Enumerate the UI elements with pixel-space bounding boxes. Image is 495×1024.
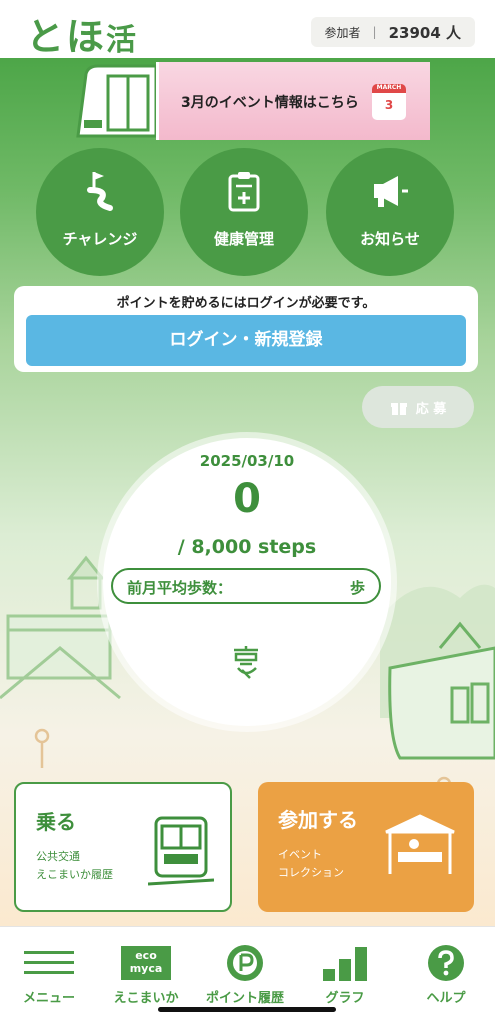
login-card: ポイントを貯めるにはログインが必要です。 ログイン・新規登録 <box>14 286 478 372</box>
nav-ecomyca[interactable]: eco myca えこまいか <box>97 943 195 1007</box>
ecomyca-icon: eco myca <box>121 946 171 980</box>
app-logo: とほ活 <box>26 6 138 61</box>
nav-icon-wrap <box>0 943 98 983</box>
notice-button[interactable]: お知らせ <box>326 148 454 276</box>
ride-line2: えこまいか履歴 <box>36 868 113 881</box>
step-date: 2025/03/10 <box>199 452 295 470</box>
hamburger-icon <box>24 951 74 974</box>
logo-text-small: 活 <box>106 23 139 58</box>
tram-front-icon <box>76 64 158 138</box>
challenge-button[interactable]: チャレンジ <box>36 148 164 276</box>
nav-ecomyca-label: えこまいか <box>113 991 179 1006</box>
nav-point-history[interactable]: ポイント履歴 <box>196 943 294 1007</box>
health-label: 健康管理 <box>213 230 274 248</box>
nav-help[interactable]: ヘルプ <box>397 943 495 1007</box>
separator: | <box>372 25 377 39</box>
participants-label: 参加者 <box>324 25 361 40</box>
join-subtitle: イベント コレクション <box>278 846 344 882</box>
join-line1: イベント <box>278 848 322 861</box>
participants-count: 23904 人 <box>388 23 461 42</box>
flag-path-icon <box>87 172 113 211</box>
nav-icon-wrap <box>196 943 294 983</box>
city-mark-icon <box>234 646 258 679</box>
logo-text: とほ <box>26 15 107 59</box>
login-message: ポイントを貯めるにはログインが必要です。 <box>116 296 376 311</box>
apply-label: 応 募 <box>415 401 447 417</box>
bar-graph-icon <box>323 947 367 981</box>
nav-point-history-label: ポイント履歴 <box>205 991 284 1006</box>
ride-line1: 公共交通 <box>36 850 80 863</box>
home-main: 3月のイベント情報はこちら MARCH 3 チャレンジ 健康管理 お知らせ ポイ… <box>0 58 495 926</box>
ecomyca-badge-line2: myca <box>129 962 163 975</box>
help-question-icon <box>428 945 464 981</box>
event-tent-icon <box>385 814 455 874</box>
join-title: 参加する <box>278 808 358 832</box>
ecomyca-badge-line1: eco <box>135 949 157 962</box>
ride-subtitle: 公共交通 えこまいか履歴 <box>36 848 113 884</box>
nav-icon-wrap <box>397 943 495 983</box>
quick-menu: チャレンジ 健康管理 お知らせ <box>0 148 495 278</box>
health-button[interactable]: 健康管理 <box>180 148 308 276</box>
avg-label: 前月平均歩数： <box>127 579 233 597</box>
apply-button[interactable]: 応 募 <box>362 386 474 428</box>
nav-menu-label: メニュー <box>22 991 75 1006</box>
nav-graph[interactable]: グラフ <box>296 943 394 1007</box>
challenge-label: チャレンジ <box>62 230 138 248</box>
step-count: 0 <box>233 476 261 522</box>
calendar-day: 3 <box>384 98 394 112</box>
tram-icon <box>148 816 214 886</box>
point-p-icon <box>227 945 263 981</box>
nav-menu[interactable]: メニュー <box>0 943 98 1007</box>
gift-icon <box>390 403 407 415</box>
nav-icon-wrap <box>296 943 394 983</box>
join-line2: コレクション <box>278 866 344 879</box>
nav-help-label: ヘルプ <box>426 991 466 1006</box>
login-register-button[interactable]: ログイン・新規登録 <box>26 315 466 366</box>
calendar-icon: MARCH 3 <box>372 84 406 120</box>
notice-label: お知らせ <box>360 230 420 248</box>
join-card[interactable]: 参加する イベント コレクション <box>258 782 474 912</box>
nav-graph-label: グラフ <box>325 991 365 1006</box>
home-indicator <box>158 1007 336 1012</box>
participants-badge: 参加者 | 23904 人 <box>310 17 475 47</box>
ride-title: 乗る <box>36 810 76 834</box>
calendar-month: MARCH <box>376 84 402 91</box>
banner-pink-panel: 3月のイベント情報はこちら MARCH 3 <box>156 62 430 140</box>
monthly-average-steps: 前月平均歩数： 歩 <box>111 568 381 604</box>
avg-unit: 歩 <box>349 579 365 597</box>
app-header: とほ活 参加者 | 23904 人 <box>0 0 495 61</box>
megaphone-icon <box>374 176 408 207</box>
step-goal: / 8,000 steps <box>177 536 317 558</box>
banner-text: 3月のイベント情報はこちら <box>181 95 359 111</box>
ride-card[interactable]: 乗る 公共交通 えこまいか履歴 <box>14 782 232 912</box>
event-banner[interactable]: 3月のイベント情報はこちら MARCH 3 <box>68 62 430 140</box>
nav-icon-wrap: eco myca <box>97 943 195 983</box>
clipboard-plus-icon <box>228 172 260 212</box>
